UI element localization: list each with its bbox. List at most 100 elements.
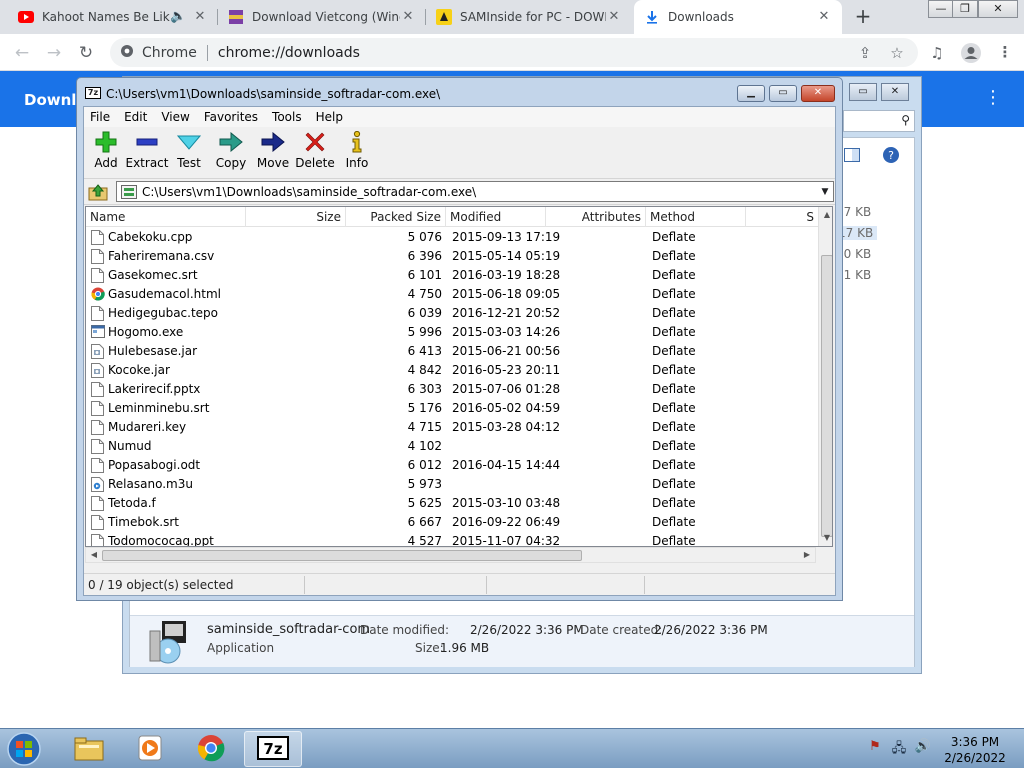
tab-downloads[interactable]: Downloads ✕ [634, 0, 842, 34]
7zip-client-area: File Edit View Favorites Tools Help Add … [83, 106, 836, 596]
scroll-left-icon[interactable]: ◀ [86, 548, 102, 562]
new-tab-button[interactable]: + [852, 6, 874, 28]
forward-button[interactable]: → [42, 41, 66, 65]
network-icon[interactable]: 🖧 [890, 739, 908, 757]
menu-edit[interactable]: Edit [124, 110, 147, 124]
close-icon[interactable]: ✕ [816, 9, 832, 25]
system-clock[interactable]: 3:36 PM 2/26/2022 [940, 734, 1010, 766]
column-attributes[interactable]: Attributes [546, 207, 646, 227]
tab-vietcong[interactable]: Download Vietcong (Windows) ✕ [218, 0, 426, 34]
table-row[interactable]: Gasudemacol.html 4 750 2015-06-18 09:05 Def… [86, 285, 817, 304]
file-modified: 2016-04-15 14:44 [452, 458, 561, 472]
close-button[interactable]: ✕ [801, 85, 835, 102]
bookmark-star-icon[interactable]: ☆ [888, 44, 906, 62]
menu-favorites[interactable]: Favorites [204, 110, 258, 124]
table-row[interactable]: Hedigegubac.tepo 6 039 2016-12-21 20:52 Def… [86, 304, 817, 323]
restore-button[interactable]: ❐ [952, 0, 978, 18]
downloads-menu-icon[interactable]: ⋮ [984, 87, 1002, 108]
copy-button[interactable]: Copy [209, 130, 253, 170]
file-modified: 2015-06-18 09:05 [452, 287, 561, 301]
table-row[interactable]: Kocoke.jar 4 842 2016-05-23 20:11 Deflate [86, 361, 817, 380]
file-name: Popasabogi.odt [108, 458, 201, 472]
column-method[interactable]: Method [646, 207, 746, 227]
taskbar-chrome[interactable] [182, 731, 240, 767]
table-row[interactable]: Leminminebu.srt 5 176 2016-05-02 04:59 Defl… [86, 399, 817, 418]
table-row[interactable]: Lakerirecif.pptx 6 303 2015-07-06 01:28 Def… [86, 380, 817, 399]
column-modified[interactable]: Modified [446, 207, 546, 227]
bg-maximize-button[interactable]: ▭ [849, 83, 877, 101]
toolbar: Add Extract Test Copy Move Delete Info [84, 127, 835, 179]
move-button[interactable]: Move [251, 130, 295, 170]
column-s[interactable]: S [746, 207, 818, 227]
table-row[interactable]: Gasekomec.srt 6 101 2016-03-19 18:28 Deflat… [86, 266, 817, 285]
add-button[interactable]: Add [84, 130, 128, 170]
menu-view[interactable]: View [161, 110, 189, 124]
column-name[interactable]: Name [86, 207, 246, 227]
table-row[interactable]: Mudareri.key 4 715 2015-03-28 04:12 Deflate [86, 418, 817, 437]
info-button[interactable]: Info [335, 130, 379, 170]
speaker-icon[interactable]: 🔈 [170, 9, 186, 25]
menu-file[interactable]: File [90, 110, 110, 124]
path-input[interactable]: C:\Users\vm1\Downloads\saminside_softrad… [116, 181, 834, 202]
reload-button[interactable]: ↻ [74, 41, 98, 65]
file-icon [91, 534, 104, 546]
vertical-scrollbar[interactable]: ▲ ▼ [818, 207, 832, 546]
extract-button[interactable]: Extract [125, 130, 169, 170]
copy-arrow-icon [209, 130, 253, 154]
table-row[interactable]: Hulebesase.jar 6 413 2015-06-21 00:56 Defla… [86, 342, 817, 361]
7zip-title-bar[interactable]: 7z C:\Users\vm1\Downloads\saminside_soft… [77, 78, 842, 106]
action-center-icon[interactable]: ⚑ [866, 739, 884, 757]
bg-close-button[interactable]: ✕ [881, 83, 909, 101]
profile-avatar[interactable] [960, 42, 982, 64]
chevron-down-icon[interactable]: ▼ [817, 187, 833, 197]
chrome-icon [197, 734, 225, 765]
table-row[interactable]: Popasabogi.odt 6 012 2016-04-15 14:44 Defla… [86, 456, 817, 475]
menu-tools[interactable]: Tools [272, 110, 302, 124]
taskbar-media-player[interactable] [121, 731, 179, 767]
table-row[interactable]: Timebok.srt 6 667 2016-09-22 06:49 Deflate [86, 513, 817, 532]
window-close-button[interactable]: ✕ [978, 0, 1018, 18]
delete-button[interactable]: Delete [293, 130, 337, 170]
preview-pane-icon[interactable] [844, 148, 860, 165]
share-icon[interactable]: ⇪ [856, 44, 874, 62]
tab-saminside[interactable]: SAMInside for PC - DOWNLOAD ✕ [426, 0, 632, 34]
table-row[interactable]: Numud 4 102 Deflate [86, 437, 817, 456]
file-name: Lakerirecif.pptx [108, 382, 201, 396]
volume-icon[interactable]: 🔊 [914, 739, 932, 757]
column-packed-size[interactable]: Packed Size [346, 207, 446, 227]
test-button[interactable]: Test [167, 130, 211, 170]
table-row[interactable]: Cabekoku.cpp 5 076 2015-09-13 17:19 Deflate [86, 228, 817, 247]
scroll-right-icon[interactable]: ▶ [799, 548, 815, 562]
close-icon[interactable]: ✕ [192, 9, 208, 25]
table-row[interactable]: Faheriremana.csv 6 396 2015-05-14 05:19 Def… [86, 247, 817, 266]
scroll-down-icon[interactable]: ▼ [819, 530, 832, 546]
maximize-button[interactable]: ▭ [769, 85, 797, 102]
table-row[interactable]: Relasano.m3u 5 973 Deflate [86, 475, 817, 494]
table-row[interactable]: Tetoda.f 5 625 2015-03-10 03:48 Deflate [86, 494, 817, 513]
minimize-button[interactable]: ▁ [737, 85, 765, 102]
media-control-icon[interactable]: ♫ [928, 44, 946, 62]
table-row[interactable]: Todomococag.ppt 4 527 2015-11-07 04:32 Defl… [86, 532, 817, 546]
close-icon[interactable]: ✕ [606, 9, 622, 25]
column-size[interactable]: Size [246, 207, 346, 227]
scroll-up-icon[interactable]: ▲ [819, 207, 832, 223]
scroll-thumb[interactable] [821, 255, 832, 537]
back-button[interactable]: ← [10, 41, 34, 65]
file-packed-size: 6 303 [407, 382, 442, 396]
h-scroll-thumb[interactable] [102, 550, 582, 561]
up-folder-button[interactable] [88, 183, 108, 201]
chrome-menu-icon[interactable]: ⋮ [996, 43, 1014, 61]
help-icon[interactable]: ? [882, 146, 900, 167]
bg-search-input[interactable]: ⚲ [843, 110, 915, 132]
minimize-button[interactable]: — [928, 0, 954, 18]
table-row[interactable]: Hogomo.exe 5 996 2015-03-03 14:26 Deflate [86, 323, 817, 342]
taskbar-7zip[interactable]: 7z [244, 731, 302, 767]
start-button[interactable] [4, 731, 48, 767]
menu-help[interactable]: Help [316, 110, 343, 124]
tab-kahoot[interactable]: Kahoot Names Be Like 🔈 ✕ [8, 0, 218, 34]
omnibox[interactable]: Chrome chrome://downloads ⇪ ☆ [110, 38, 918, 67]
horizontal-scrollbar[interactable]: ◀ ▶ [85, 547, 816, 563]
file-name: Kocoke.jar [108, 363, 170, 377]
taskbar-explorer[interactable] [60, 731, 118, 767]
close-icon[interactable]: ✕ [400, 9, 416, 25]
